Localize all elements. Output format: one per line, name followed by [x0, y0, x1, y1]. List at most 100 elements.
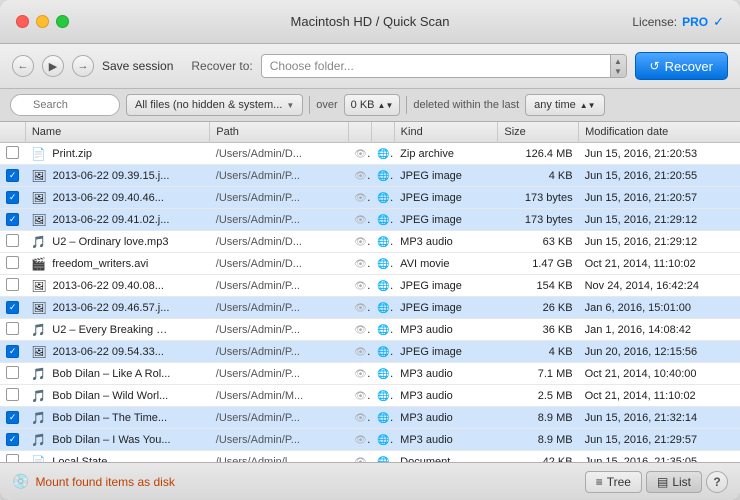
web-icon[interactable]: 🌐 [377, 434, 394, 446]
maximize-button[interactable] [56, 15, 69, 28]
row-checkbox[interactable]: ✓ [6, 345, 19, 358]
col-size-header[interactable]: Size [498, 122, 579, 143]
row-checkbox-cell[interactable]: ✓ [0, 429, 25, 451]
row-checkbox[interactable] [6, 322, 19, 335]
row-checkbox-cell[interactable]: ✓ [0, 341, 25, 363]
play-button[interactable]: ▶ [42, 55, 64, 77]
web-icon[interactable]: 🌐 [377, 412, 394, 424]
row-preview-cell[interactable]: 👁 [348, 165, 371, 187]
preview-icon[interactable]: 👁 [354, 346, 371, 358]
list-view-button[interactable]: ▤ List [646, 471, 702, 493]
web-icon[interactable]: 🌐 [377, 236, 394, 248]
preview-icon[interactable]: 👁 [354, 258, 371, 270]
minimize-button[interactable] [36, 15, 49, 28]
col-kind-header[interactable]: Kind [394, 122, 498, 143]
forward-button[interactable]: → [72, 55, 94, 77]
folder-dropdown-arrow[interactable]: ▲ ▼ [610, 54, 626, 78]
row-checkbox[interactable] [6, 146, 19, 159]
row-checkbox-cell[interactable] [0, 451, 25, 463]
row-preview-cell[interactable]: 👁 [348, 429, 371, 451]
row-checkbox-cell[interactable] [0, 231, 25, 253]
web-icon[interactable]: 🌐 [377, 368, 394, 380]
time-filter-button[interactable]: any time ▲▼ [525, 94, 604, 116]
row-checkbox-cell[interactable] [0, 275, 25, 297]
row-web-cell[interactable]: 🌐 [371, 253, 394, 275]
row-web-cell[interactable]: 🌐 [371, 275, 394, 297]
row-checkbox[interactable]: ✓ [6, 433, 19, 446]
preview-icon[interactable]: 👁 [354, 324, 371, 336]
row-preview-cell[interactable]: 👁 [348, 407, 371, 429]
preview-icon[interactable]: 👁 [354, 170, 371, 182]
row-checkbox[interactable]: ✓ [6, 213, 19, 226]
row-web-cell[interactable]: 🌐 [371, 341, 394, 363]
help-button[interactable]: ? [706, 471, 728, 493]
row-web-cell[interactable]: 🌐 [371, 451, 394, 463]
row-preview-cell[interactable]: 👁 [348, 319, 371, 341]
row-checkbox-cell[interactable]: ✓ [0, 165, 25, 187]
row-checkbox-cell[interactable] [0, 385, 25, 407]
back-button[interactable]: ← [12, 55, 34, 77]
row-checkbox[interactable] [6, 366, 19, 379]
preview-icon[interactable]: 👁 [354, 192, 371, 204]
preview-icon[interactable]: 👁 [354, 214, 371, 226]
row-checkbox[interactable]: ✓ [6, 301, 19, 314]
web-icon[interactable]: 🌐 [377, 258, 394, 270]
col-date-header[interactable]: Modification date [579, 122, 740, 143]
row-checkbox[interactable] [6, 278, 19, 291]
col-path-header[interactable]: Path [210, 122, 348, 143]
row-web-cell[interactable]: 🌐 [371, 187, 394, 209]
search-input[interactable] [10, 94, 120, 116]
web-icon[interactable]: 🌐 [377, 302, 394, 314]
web-icon[interactable]: 🌐 [377, 214, 394, 226]
row-preview-cell[interactable]: 👁 [348, 341, 371, 363]
web-icon[interactable]: 🌐 [377, 280, 394, 292]
row-checkbox-cell[interactable]: ✓ [0, 187, 25, 209]
row-checkbox-cell[interactable]: ✓ [0, 209, 25, 231]
row-web-cell[interactable]: 🌐 [371, 297, 394, 319]
preview-icon[interactable]: 👁 [354, 434, 371, 446]
row-checkbox[interactable] [6, 388, 19, 401]
row-checkbox-cell[interactable] [0, 143, 25, 165]
row-checkbox-cell[interactable] [0, 319, 25, 341]
row-preview-cell[interactable]: 👁 [348, 275, 371, 297]
row-checkbox[interactable] [6, 256, 19, 269]
row-checkbox-cell[interactable] [0, 363, 25, 385]
preview-icon[interactable]: 👁 [354, 280, 371, 292]
recover-button[interactable]: ↺ Recover [635, 52, 728, 80]
row-preview-cell[interactable]: 👁 [348, 231, 371, 253]
row-preview-cell[interactable]: 👁 [348, 451, 371, 463]
row-web-cell[interactable]: 🌐 [371, 385, 394, 407]
row-checkbox-cell[interactable]: ✓ [0, 407, 25, 429]
file-table-container[interactable]: Name Path Kind Size Modification date 📄 … [0, 122, 740, 462]
row-checkbox[interactable]: ✓ [6, 191, 19, 204]
row-web-cell[interactable]: 🌐 [371, 319, 394, 341]
row-preview-cell[interactable]: 👁 [348, 187, 371, 209]
preview-icon[interactable]: 👁 [354, 368, 371, 380]
web-icon[interactable]: 🌐 [377, 192, 394, 204]
mount-disk-button[interactable]: 💿 Mount found items as disk [12, 473, 175, 490]
web-icon[interactable]: 🌐 [377, 346, 394, 358]
row-web-cell[interactable]: 🌐 [371, 429, 394, 451]
web-icon[interactable]: 🌐 [377, 148, 394, 160]
web-icon[interactable]: 🌐 [377, 390, 394, 402]
preview-icon[interactable]: 👁 [354, 412, 371, 424]
save-session-button[interactable]: Save session [102, 59, 173, 73]
row-web-cell[interactable]: 🌐 [371, 363, 394, 385]
folder-select[interactable]: Choose folder... ▲ ▼ [261, 54, 627, 78]
row-checkbox[interactable] [6, 234, 19, 247]
close-button[interactable] [16, 15, 29, 28]
tree-view-button[interactable]: ≡ Tree [585, 471, 642, 493]
row-preview-cell[interactable]: 👁 [348, 209, 371, 231]
web-icon[interactable]: 🌐 [377, 170, 394, 182]
row-checkbox[interactable]: ✓ [6, 411, 19, 424]
row-web-cell[interactable]: 🌐 [371, 165, 394, 187]
web-icon[interactable]: 🌐 [377, 324, 394, 336]
row-preview-cell[interactable]: 👁 [348, 385, 371, 407]
row-preview-cell[interactable]: 👁 [348, 297, 371, 319]
size-filter-button[interactable]: 0 KB ▲▼ [344, 94, 401, 116]
preview-icon[interactable]: 👁 [354, 302, 371, 314]
all-files-filter-button[interactable]: All files (no hidden & system... ▼ [126, 94, 303, 116]
row-web-cell[interactable]: 🌐 [371, 231, 394, 253]
row-checkbox-cell[interactable]: ✓ [0, 297, 25, 319]
row-checkbox[interactable] [6, 454, 19, 463]
